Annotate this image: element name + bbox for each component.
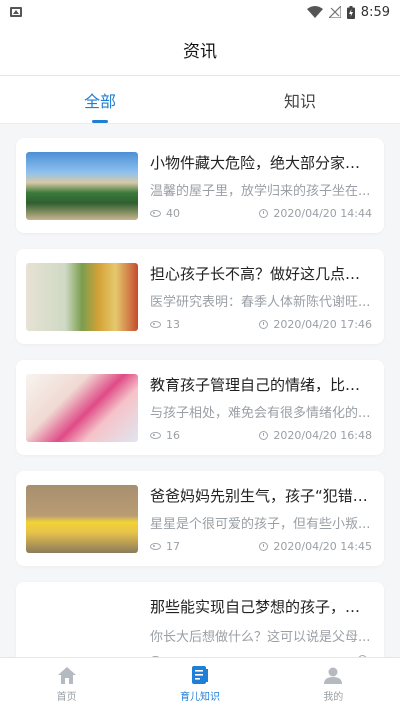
eye-icon: [150, 320, 161, 328]
tab-bar: 全部 知识: [0, 76, 400, 124]
status-time: 8:59: [360, 4, 390, 20]
wifi-icon: [306, 6, 323, 18]
view-count: 17: [166, 539, 180, 553]
article-title: 小物件藏大危险，绝大部分家长...: [150, 153, 372, 172]
user-icon: [324, 667, 343, 684]
clock-icon: [259, 208, 269, 218]
document-icon: [191, 666, 208, 684]
nav-parenting-knowledge-label: 育儿知识: [179, 692, 220, 703]
clock-icon: [259, 541, 269, 551]
article-card[interactable]: 小物件藏大危险，绝大部分家长... 温馨的屋子里，放学归来的孩子坐在... 40…: [16, 138, 384, 233]
eye-icon: [150, 431, 161, 439]
gallery-notification-icon: [10, 7, 22, 17]
article-desc: 温馨的屋子里，放学归来的孩子坐在...: [150, 184, 371, 199]
article-thumbnail: [26, 484, 138, 553]
nav-home[interactable]: 首页: [0, 658, 133, 711]
article-desc: 与孩子相处，难免会有很多情绪化的...: [150, 406, 371, 421]
nav-parenting-knowledge[interactable]: 育儿知识: [133, 658, 266, 711]
article-card[interactable]: 担心孩子长不高？做好这几点，... 医学研究表明：春季人体新陈代谢旺... 13…: [16, 249, 384, 344]
article-title: 爸爸妈妈先别生气，孩子“犯错”...: [150, 486, 372, 505]
publish-date: 2020/04/20 14:44: [273, 206, 372, 220]
tab-all[interactable]: 全部: [0, 76, 200, 123]
battery-icon: [346, 5, 355, 19]
article-thumbnail: [26, 373, 138, 442]
view-count: 40: [166, 206, 180, 220]
article-title: 那些能实现自己梦想的孩子，背...: [150, 597, 372, 616]
clock-icon: [259, 319, 269, 329]
article-title: 教育孩子管理自己的情绪，比直...: [150, 375, 372, 394]
eye-icon: [150, 542, 161, 550]
article-thumbnail: [26, 262, 138, 331]
article-desc: 你长大后想做什么？这可以说是父母...: [150, 630, 371, 645]
app-header: 资讯: [0, 24, 400, 76]
nav-home-label: 首页: [56, 691, 77, 703]
nav-profile[interactable]: 我的: [267, 658, 400, 711]
tab-knowledge[interactable]: 知识: [200, 76, 400, 123]
article-thumbnail: [26, 595, 138, 657]
view-count: 13: [166, 317, 180, 331]
home-icon: [57, 666, 76, 684]
signal-icon: [328, 6, 341, 18]
article-title: 担心孩子长不高？做好这几点，...: [150, 264, 372, 283]
publish-date: 2020/04/20 14:45: [273, 539, 372, 553]
article-list[interactable]: 小物件藏大危险，绝大部分家长... 温馨的屋子里，放学归来的孩子坐在... 40…: [0, 124, 400, 657]
article-card[interactable]: 那些能实现自己梦想的孩子，背... 你长大后想做什么？这可以说是父母...: [16, 582, 384, 657]
article-desc: 星星是个很可爱的孩子，但有些小叛...: [150, 517, 371, 532]
publish-date: 2020/04/20 17:46: [273, 317, 372, 331]
article-desc: 医学研究表明：春季人体新陈代谢旺...: [150, 295, 371, 310]
article-card[interactable]: 爸爸妈妈先别生气，孩子“犯错”... 星星是个很可爱的孩子，但有些小叛... 1…: [16, 471, 384, 566]
article-thumbnail: [26, 151, 138, 220]
view-count: 16: [166, 428, 180, 442]
page-title: 资讯: [183, 42, 217, 62]
clock-icon: [259, 430, 269, 440]
eye-icon: [150, 209, 161, 217]
article-card[interactable]: 教育孩子管理自己的情绪，比直... 与孩子相处，难免会有很多情绪化的... 16…: [16, 360, 384, 455]
publish-date: 2020/04/20 16:48: [273, 428, 372, 442]
nav-profile-label: 我的: [323, 691, 344, 703]
status-bar: 8:59: [0, 0, 400, 24]
bottom-nav: 首页 育儿知识 我的: [0, 657, 400, 711]
